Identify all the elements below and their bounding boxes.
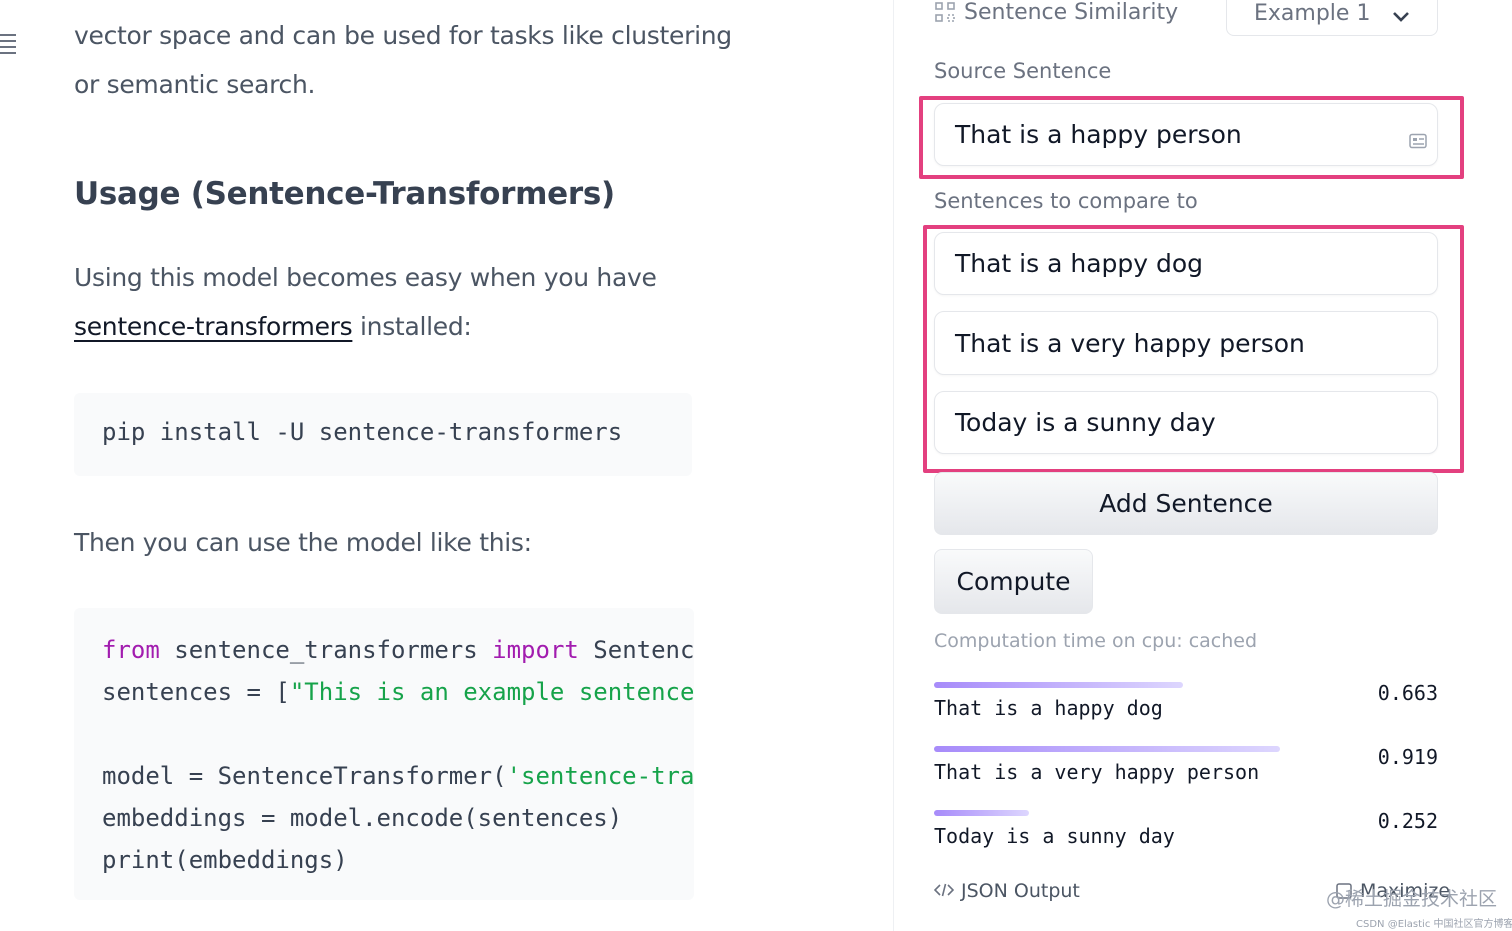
code-line-1: from sentence_transformers import Senten… (102, 636, 694, 664)
json-output-label: JSON Output (961, 880, 1080, 902)
compare-sentence-input-1[interactable]: That is a happy dog (934, 232, 1438, 295)
install-code-block: pip install -U sentence-transformers (74, 393, 692, 476)
intro-line-1: vector space and can be used for tasks l… (74, 21, 732, 50)
then-text: Then you can use the model like this: (74, 528, 532, 557)
watermark-small: CSDN @Elastic 中国社区官方博客 (1356, 919, 1512, 930)
example-select-value: Example 1 (1254, 1, 1371, 26)
result-label: Today is a sunny day (934, 824, 1175, 848)
usage-text-2: sentence-transformers installed: (74, 302, 472, 351)
result-score: 0.919 (1377, 745, 1438, 769)
sentence-similarity-icon (934, 1, 958, 25)
compute-button[interactable]: Compute (934, 549, 1093, 614)
add-sentence-button[interactable]: Add Sentence (934, 472, 1438, 535)
result-row-3: Today is a sunny day 0.252 (934, 809, 1438, 854)
result-score: 0.252 (1377, 809, 1438, 833)
result-bar (934, 746, 1280, 752)
code-line-4: model = SentenceTransformer('sentence-tr… (102, 762, 694, 790)
usage-text-1: Using this model becomes easy when you h… (74, 263, 657, 292)
code-line-2: sentences = ["This is an example sentenc… (102, 678, 694, 706)
sentence-transformers-link[interactable]: sentence-transformers (74, 312, 353, 341)
code-line-5: embeddings = model.encode(sentences) (102, 804, 623, 832)
computation-time: Computation time on cpu: cached (934, 630, 1258, 652)
watermark-main: @稀土掘金技术社区 (1326, 888, 1498, 910)
compare-sentence-value-3: Today is a sunny day (955, 408, 1216, 437)
compare-sentence-value-1: That is a happy dog (955, 249, 1204, 278)
result-bar (934, 682, 1183, 688)
input-card-icon (1409, 126, 1427, 155)
source-sentence-label: Source Sentence (934, 59, 1112, 83)
compare-sentence-input-3[interactable]: Today is a sunny day (934, 391, 1438, 454)
result-label: That is a happy dog (934, 696, 1163, 720)
result-label: That is a very happy person (934, 760, 1260, 784)
python-code-block: from sentence_transformers import Senten… (74, 608, 694, 900)
compare-sentence-input-2[interactable]: That is a very happy person (934, 311, 1438, 375)
install-command: pip install -U sentence-transformers (102, 418, 623, 446)
menu-icon[interactable] (0, 34, 18, 54)
task-title: Sentence Similarity (964, 0, 1179, 25)
usage-text-installed: installed: (352, 312, 472, 341)
example-select[interactable]: Example 1 (1226, 0, 1438, 36)
compare-sentence-value-2: That is a very happy person (955, 328, 1305, 358)
source-sentence-input[interactable]: That is a happy person (934, 103, 1438, 166)
panel-divider (893, 0, 894, 931)
source-sentence-value: That is a happy person (955, 120, 1242, 149)
result-bar (934, 810, 1029, 816)
chevron-down-icon (1391, 5, 1411, 30)
intro-line-2: or semantic search. (74, 70, 316, 99)
result-row-1: That is a happy dog 0.663 (934, 681, 1438, 726)
code-icon (933, 882, 955, 902)
result-row-2: That is a very happy person 0.919 (934, 745, 1438, 790)
compare-label: Sentences to compare to (934, 189, 1198, 213)
code-line-6: print(embeddings) (102, 846, 348, 874)
result-score: 0.663 (1377, 681, 1438, 705)
usage-heading: Usage (Sentence-Transformers) (74, 176, 615, 212)
